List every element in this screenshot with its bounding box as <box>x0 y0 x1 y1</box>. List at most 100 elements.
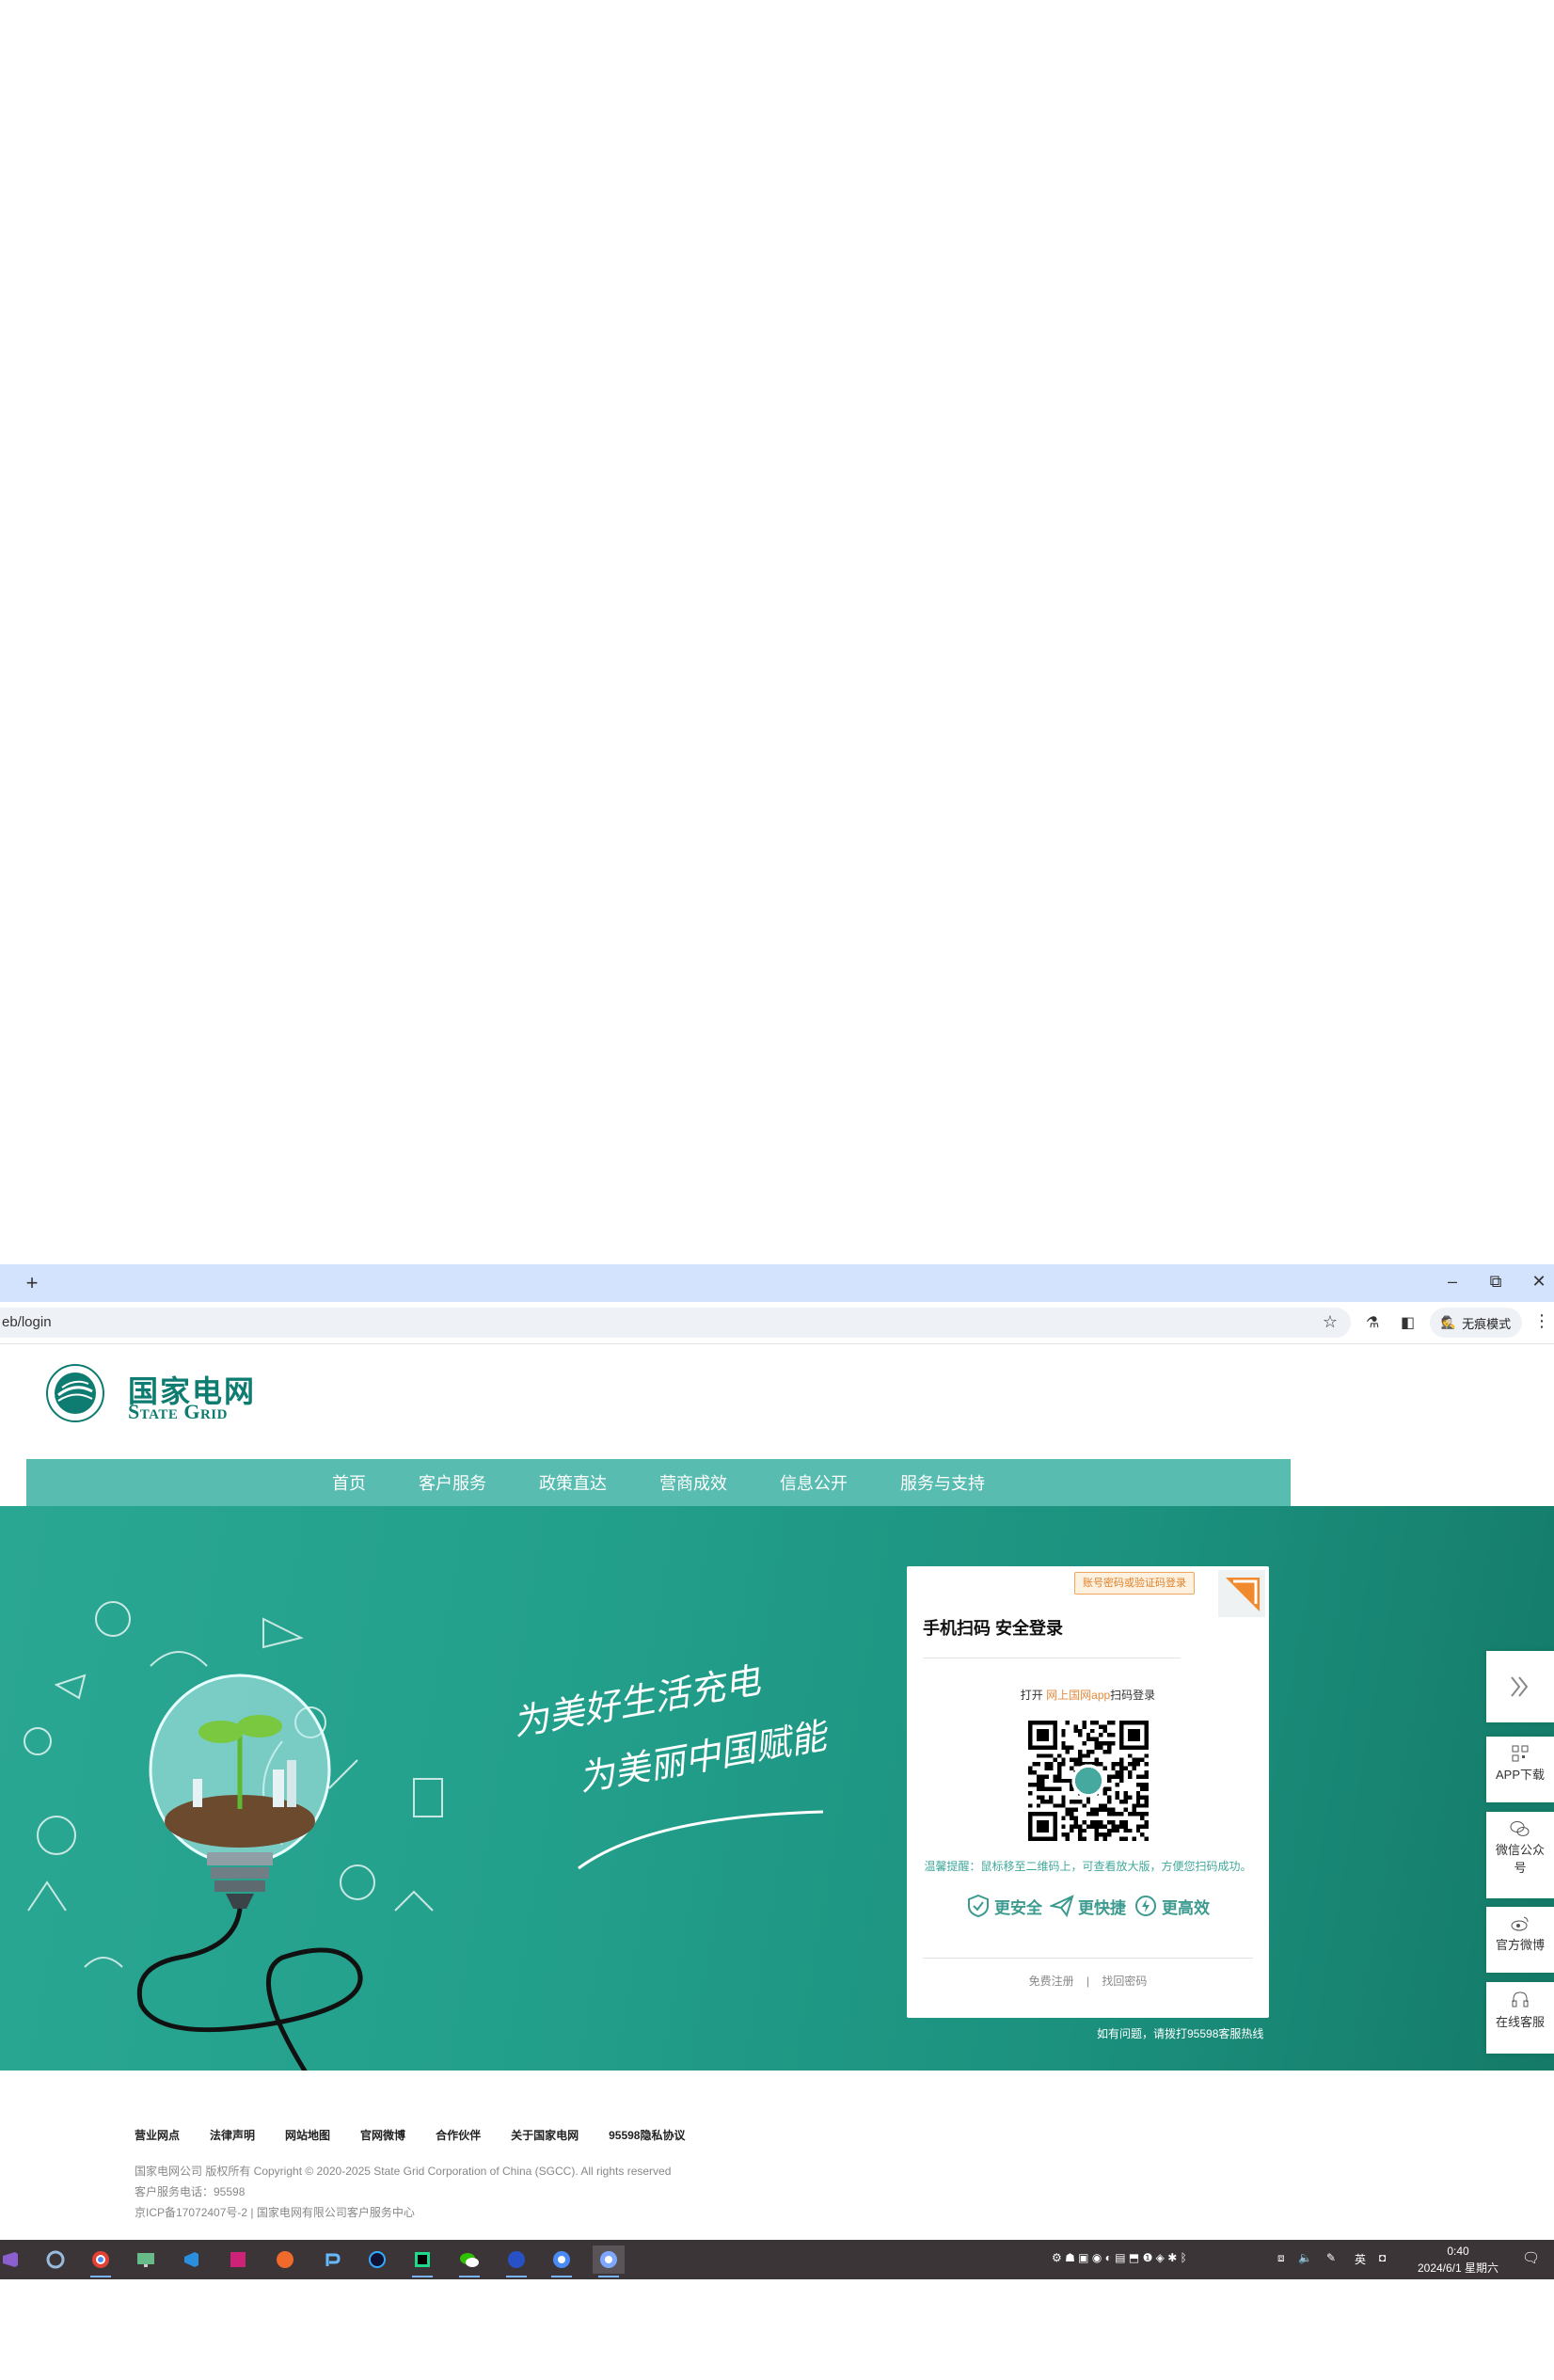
feature-secure: 更安全 <box>966 1894 1042 1918</box>
windows-taskbar: ⚙ ☗ ▣ ◉ ◐ ▤ ⬒ ❶ ◈ ✱ ᛒ ⧈ 🔈 ✎ 英 ◘ 0:40 202… <box>0 2240 1554 2279</box>
sidebar-item-label: 微信公众号 <box>1495 1843 1545 1875</box>
footer-link-privacy[interactable]: 95598隐私协议 <box>609 2127 685 2143</box>
feature-secure-label: 更安全 <box>994 1898 1042 1917</box>
nav-home[interactable]: 首页 <box>306 1470 392 1495</box>
sidebar-item-label: 官方微博 <box>1495 1938 1545 1952</box>
notification-icon[interactable]: 🗨 <box>1522 2249 1540 2266</box>
hero-banner: 为美好生活充电 为美丽中国赋能 账号密码或验证码登录 手机扫码 安全登录 打开 … <box>0 1506 1554 2071</box>
music-app-icon[interactable] <box>316 2245 348 2274</box>
clock-time: 0:40 <box>1447 2245 1469 2258</box>
feature-efficient-label: 更高效 <box>1162 1898 1210 1917</box>
slogan: 为美好生活充电 为美丽中国赋能 <box>510 1659 830 1801</box>
nav-customer-service[interactable]: 客户服务 <box>392 1470 513 1495</box>
site-footer: 营业网点 法律声明 网站地图 官网微博 合作伙伴 关于国家电网 95598隐私协… <box>0 2071 1554 2240</box>
sidebar-collapse-button[interactable] <box>1486 1651 1554 1722</box>
system-clock[interactable]: 0:40 2024/6/1 星期六 <box>1413 2243 1503 2277</box>
browser-tab-bar: + – ⧉ ✕ <box>0 1264 1554 1302</box>
address-bar[interactable]: eb/login ☆ <box>0 1308 1351 1338</box>
chrome-incognito-icon[interactable] <box>546 2245 578 2277</box>
tray-app-icon[interactable]: ◘ <box>1379 2251 1386 2264</box>
account-links: 免费注册 | 找回密码 <box>907 1973 1269 1989</box>
sidebar-item-label: 在线客服 <box>1495 2015 1545 2029</box>
footer-link-legal[interactable]: 法律声明 <box>210 2127 255 2143</box>
address-url[interactable]: eb/login <box>2 1314 52 1330</box>
qr-hint: 温馨提醒：鼠标移至二维码上，可查看放大版，方便您扫码成功。 <box>924 1860 1252 1873</box>
sidebar-item-app-download[interactable]: APP下载 <box>1486 1737 1554 1802</box>
sidebar-item-online-service[interactable]: 在线客服 <box>1486 1982 1554 2054</box>
register-link[interactable]: 免费注册 <box>1029 1975 1074 1988</box>
footer-link-weibo[interactable]: 官网微博 <box>360 2127 405 2143</box>
footer-link-partners[interactable]: 合作伙伴 <box>436 2127 481 2143</box>
feature-efficient: 更高效 <box>1134 1894 1210 1918</box>
qr-prompt: 打开 网上国网app扫码登录 <box>907 1687 1269 1703</box>
vscode-icon[interactable] <box>175 2245 207 2274</box>
login-qr-code[interactable] <box>1028 1721 1149 1841</box>
chrome-active-window-icon[interactable] <box>593 2245 625 2277</box>
incognito-indicator[interactable]: 🕵 无痕模式 <box>1430 1308 1522 1338</box>
sidebar-item-label: APP下载 <box>1495 1768 1545 1782</box>
side-panel-icon[interactable]: ◧ <box>1401 1313 1415 1332</box>
volume-icon[interactable]: 🔈 <box>1298 2251 1312 2264</box>
footer-link-about[interactable]: 关于国家电网 <box>511 2127 579 2143</box>
color-picker-app-icon[interactable] <box>40 2245 71 2274</box>
logo-english-name[interactable]: State Grid <box>128 1400 228 1424</box>
feature-fast-label: 更快捷 <box>1078 1898 1126 1917</box>
weibo-icon <box>1511 1916 1529 1931</box>
chrome-icon[interactable] <box>85 2245 117 2277</box>
incognito-label: 无痕模式 <box>1462 1316 1512 1331</box>
bookmark-star-icon[interactable]: ☆ <box>1323 1312 1338 1332</box>
browser-menu-icon[interactable]: ⋮ <box>1533 1311 1550 1331</box>
nav-info-disclosure[interactable]: 信息公开 <box>753 1470 874 1495</box>
login-card: 账号密码或验证码登录 手机扫码 安全登录 打开 网上国网app扫码登录 温馨提醒… <box>907 1566 1269 2018</box>
switch-login-mode-icon[interactable] <box>1218 1570 1265 1617</box>
lightbulb-illustration <box>24 1601 443 2071</box>
new-tab-button[interactable]: + <box>21 1271 43 1295</box>
clock-date: 2024/6/1 星期六 <box>1417 2261 1499 2275</box>
wechat-icon <box>1510 1821 1530 1836</box>
link-separator: | <box>1086 1975 1090 1988</box>
shield-check-icon <box>968 1894 989 1918</box>
feature-list: 更安全 更快捷 更高效 <box>907 1894 1269 1918</box>
restore-button[interactable]: ⧉ <box>1484 1272 1507 1292</box>
forgot-password-link[interactable]: 找回密码 <box>1102 1975 1147 1988</box>
headset-icon <box>1512 1991 1529 2007</box>
app-ub-icon[interactable] <box>500 2245 532 2277</box>
login-title: 手机扫码 安全登录 <box>923 1619 1064 1638</box>
service-phone-text: 客户服务电话：95598 <box>135 2185 246 2198</box>
hotline-notice: 如有问题，请拨打95598客服热线 <box>1097 2027 1264 2040</box>
sidebar-item-weibo[interactable]: 官方微博 <box>1486 1907 1554 1973</box>
copyright-text: 国家电网公司 版权所有 Copyright © 2020-2025 State … <box>135 2165 672 2178</box>
wechat-taskbar-icon[interactable] <box>453 2245 485 2277</box>
state-grid-emblem-icon[interactable] <box>45 1363 105 1423</box>
labs-flask-icon[interactable]: ⚗ <box>1366 1313 1379 1332</box>
double-chevron-right-icon <box>1511 1676 1529 1697</box>
site-header: 国家电网 State Grid 首页 客户服务 政策直达 营商成效 信息公开 服… <box>0 1344 1554 1506</box>
remote-desktop-icon[interactable] <box>130 2245 162 2274</box>
divider <box>923 1958 1253 1959</box>
app-link[interactable]: 网上国网app <box>1046 1689 1110 1702</box>
main-navigation: 首页 客户服务 政策直达 营商成效 信息公开 服务与支持 <box>26 1459 1291 1506</box>
footer-link-outlets[interactable]: 营业网点 <box>135 2127 180 2143</box>
anime-app-icon[interactable] <box>222 2245 254 2274</box>
app-circle-icon[interactable] <box>361 2245 393 2274</box>
nav-business-results[interactable]: 营商成效 <box>633 1470 753 1495</box>
nav-policy[interactable]: 政策直达 <box>513 1470 633 1495</box>
minimize-button[interactable]: – <box>1441 1272 1464 1292</box>
nav-service-support[interactable]: 服务与支持 <box>874 1470 1011 1495</box>
qr-prompt-suffix: 扫码登录 <box>1110 1689 1156 1702</box>
tray-icons[interactable]: ⚙ ☗ ▣ ◉ ◐ ▤ ⬒ ❶ ◈ ✱ ᛒ <box>1052 2251 1187 2264</box>
sidebar-item-wechat[interactable]: 微信公众号 <box>1486 1812 1554 1898</box>
close-window-button[interactable]: ✕ <box>1528 1272 1550 1292</box>
pen-icon[interactable]: ✎ <box>1326 2251 1336 2264</box>
icp-text[interactable]: 京ICP备17072407号-2 | 国家电网有限公司客户服务中心 <box>135 2204 415 2220</box>
ime-indicator[interactable]: 英 <box>1355 2251 1366 2267</box>
postman-icon[interactable] <box>269 2245 301 2274</box>
network-icon[interactable]: ⧈ <box>1277 2251 1285 2265</box>
paper-plane-icon <box>1050 1895 1074 1918</box>
pycharm-icon[interactable] <box>406 2245 438 2277</box>
qr-prompt-prefix: 打开 <box>1020 1689 1047 1702</box>
footer-link-sitemap[interactable]: 网站地图 <box>285 2127 330 2143</box>
switch-login-tip[interactable]: 账号密码或验证码登录 <box>1074 1572 1195 1595</box>
visual-studio-icon[interactable] <box>0 2245 26 2274</box>
browser-toolbar: eb/login ☆ ⚗ ◧ 🕵 无痕模式 ⋮ <box>0 1302 1554 1344</box>
